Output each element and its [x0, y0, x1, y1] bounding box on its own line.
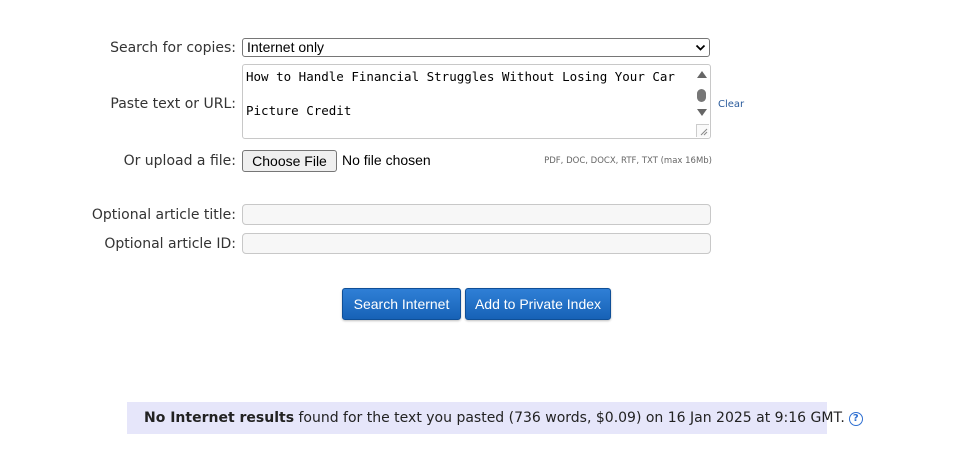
- resize-handle-icon[interactable]: [696, 124, 709, 137]
- search-scope-select[interactable]: Internet only: [242, 38, 710, 57]
- paste-text-content: How to Handle Financial Struggles Withou…: [246, 69, 675, 118]
- result-headline: No Internet results: [144, 410, 295, 426]
- article-id-label: Optional article ID:: [104, 236, 236, 252]
- file-format-hint: PDF, DOC, DOCX, RTF, TXT (max 16Mb): [544, 156, 712, 166]
- scroll-up-arrow-icon[interactable]: [697, 71, 707, 78]
- search-internet-button[interactable]: Search Internet: [342, 288, 461, 320]
- paste-text-area[interactable]: How to Handle Financial Struggles Withou…: [242, 64, 711, 139]
- scrollbar-thumb[interactable]: [697, 89, 706, 102]
- question-circle-icon[interactable]: ?: [848, 412, 863, 426]
- scroll-down-arrow-icon[interactable]: [697, 109, 707, 116]
- choose-file-button[interactable]: Choose File: [242, 150, 337, 172]
- result-summary: No Internet results found for the text y…: [127, 402, 863, 434]
- search-for-copies-label: Search for copies:: [110, 40, 236, 56]
- clear-link[interactable]: Clear: [718, 99, 744, 110]
- search-scope-value: Internet only: [247, 39, 325, 55]
- upload-file-label: Or upload a file:: [123, 153, 236, 169]
- add-to-private-index-button[interactable]: Add to Private Index: [465, 288, 611, 320]
- chevron-down-icon: [695, 44, 706, 51]
- article-id-input[interactable]: [242, 233, 711, 254]
- article-title-label: Optional article title:: [91, 207, 236, 223]
- file-status-text: No file chosen: [342, 152, 431, 168]
- result-details: found for the text you pasted (736 words…: [294, 410, 845, 426]
- article-title-input[interactable]: [242, 204, 711, 225]
- paste-text-label: Paste text or URL:: [110, 96, 236, 112]
